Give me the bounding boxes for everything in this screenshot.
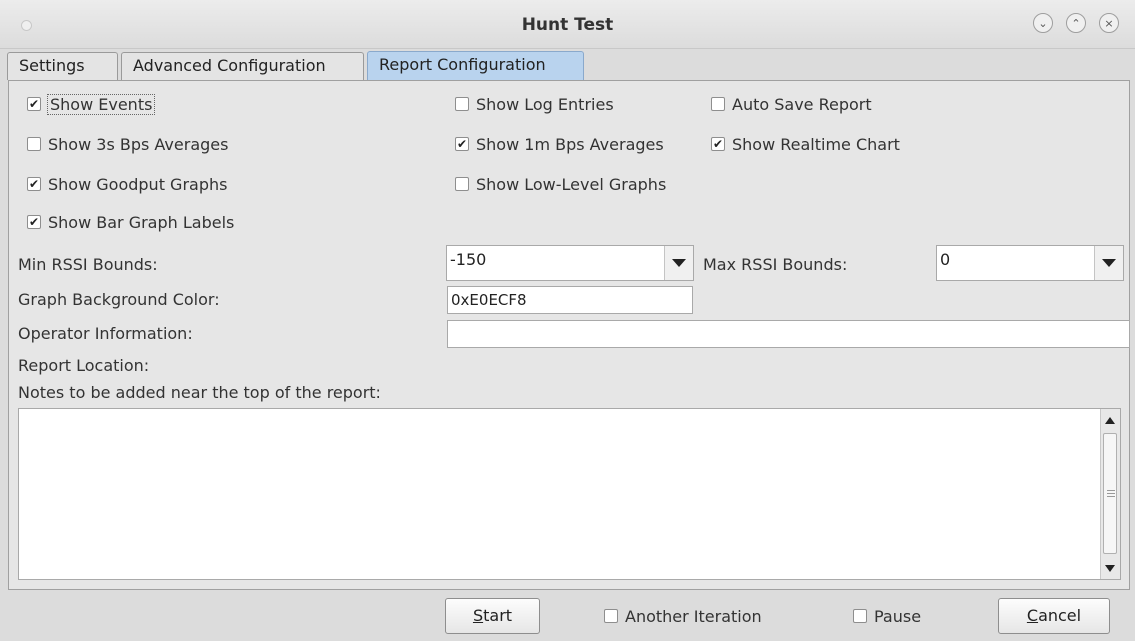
notes-textarea[interactable] [18, 408, 1121, 580]
checkbox-checked-icon [27, 215, 41, 229]
scrollbar-thumb[interactable] [1103, 433, 1117, 554]
show-realtime-chart-checkbox[interactable]: Show Realtime Chart [711, 133, 900, 155]
chevron-down-icon[interactable] [1094, 246, 1123, 280]
min-rssi-label: Min RSSI Bounds: [18, 255, 158, 274]
tab-settings[interactable]: Settings [7, 52, 118, 80]
graph-background-color-label: Graph Background Color: [18, 290, 220, 309]
show-events-checkbox[interactable]: Show Events [27, 93, 156, 115]
checkbox-checked-icon [27, 177, 41, 191]
graph-background-color-field[interactable] [447, 286, 693, 314]
show-low-level-graphs-checkbox[interactable]: Show Low-Level Graphs [455, 173, 666, 195]
max-rssi-combobox[interactable]: 0 [936, 245, 1124, 281]
checkbox-unchecked-icon [853, 609, 867, 623]
pause-checkbox[interactable]: Pause [853, 605, 921, 627]
show-bar-graph-labels-checkbox[interactable]: Show Bar Graph Labels [27, 211, 234, 233]
window-title: Hunt Test [521, 15, 614, 35]
checkbox-label: Show Bar Graph Labels [48, 212, 235, 232]
checkbox-checked-icon [711, 137, 725, 151]
checkbox-unchecked-icon [711, 97, 725, 111]
checkbox-label: Show Realtime Chart [732, 134, 900, 154]
vertical-scrollbar[interactable] [1100, 409, 1120, 579]
notes-label: Notes to be added near the top of the re… [18, 383, 381, 402]
max-rssi-label: Max RSSI Bounds: [703, 255, 848, 274]
start-label: tart [483, 606, 513, 625]
tab-advanced-configuration[interactable]: Advanced Configuration [121, 52, 364, 80]
button-bar: Start Another Iteration Pause Cancel [0, 590, 1135, 641]
max-rssi-value: 0 [940, 250, 951, 269]
title-bar: Hunt Test ⌄ ⌃ × [0, 0, 1135, 49]
show-goodput-graphs-checkbox[interactable]: Show Goodput Graphs [27, 173, 227, 195]
min-rssi-combobox[interactable]: -150 [446, 245, 694, 281]
report-location-label: Report Location: [18, 356, 150, 375]
min-rssi-value: -150 [450, 250, 487, 269]
auto-save-report-checkbox[interactable]: Auto Save Report [711, 93, 872, 115]
checkbox-unchecked-icon [604, 609, 618, 623]
another-iteration-checkbox[interactable]: Another Iteration [604, 605, 762, 627]
checkbox-checked-icon [27, 97, 41, 111]
checkbox-label: Show Events [46, 93, 156, 115]
checkbox-label: Show 1m Bps Averages [476, 134, 664, 154]
scroll-down-icon[interactable] [1101, 557, 1119, 579]
checkbox-label: Pause [874, 606, 922, 626]
cancel-label: ancel [1038, 606, 1082, 625]
chevron-down-icon[interactable] [664, 246, 693, 280]
checkbox-unchecked-icon [455, 97, 469, 111]
tab-bar: Settings Advanced Configuration Report C… [0, 48, 1135, 81]
checkbox-label: Show Log Entries [476, 94, 614, 114]
show-3s-bps-averages-checkbox[interactable]: Show 3s Bps Averages [27, 133, 228, 155]
show-log-entries-checkbox[interactable]: Show Log Entries [455, 93, 614, 115]
start-button[interactable]: Start [445, 598, 540, 634]
show-1m-bps-averages-checkbox[interactable]: Show 1m Bps Averages [455, 133, 664, 155]
checkbox-checked-icon [455, 137, 469, 151]
checkbox-label: Show 3s Bps Averages [48, 134, 229, 154]
checkbox-unchecked-icon [455, 177, 469, 191]
operator-information-label: Operator Information: [18, 324, 193, 343]
cancel-mnemonic: C [1026, 606, 1039, 625]
cancel-button[interactable]: Cancel [998, 598, 1110, 634]
tab-report-configuration[interactable]: Report Configuration [367, 51, 584, 81]
checkbox-label: Auto Save Report [732, 94, 872, 114]
checkbox-unchecked-icon [27, 137, 41, 151]
close-icon[interactable]: × [1099, 13, 1119, 33]
maximize-icon[interactable]: ⌃ [1066, 13, 1086, 33]
checkbox-label: Show Goodput Graphs [48, 174, 228, 194]
checkbox-label: Another Iteration [625, 606, 762, 626]
report-configuration-panel: Show Events Show Log Entries Auto Save R… [8, 80, 1130, 590]
scroll-up-icon[interactable] [1101, 409, 1119, 431]
checkbox-label: Show Low-Level Graphs [476, 174, 667, 194]
start-mnemonic: S [472, 606, 484, 625]
operator-information-field[interactable] [447, 320, 1130, 348]
minimize-icon[interactable]: ⌄ [1033, 13, 1053, 33]
